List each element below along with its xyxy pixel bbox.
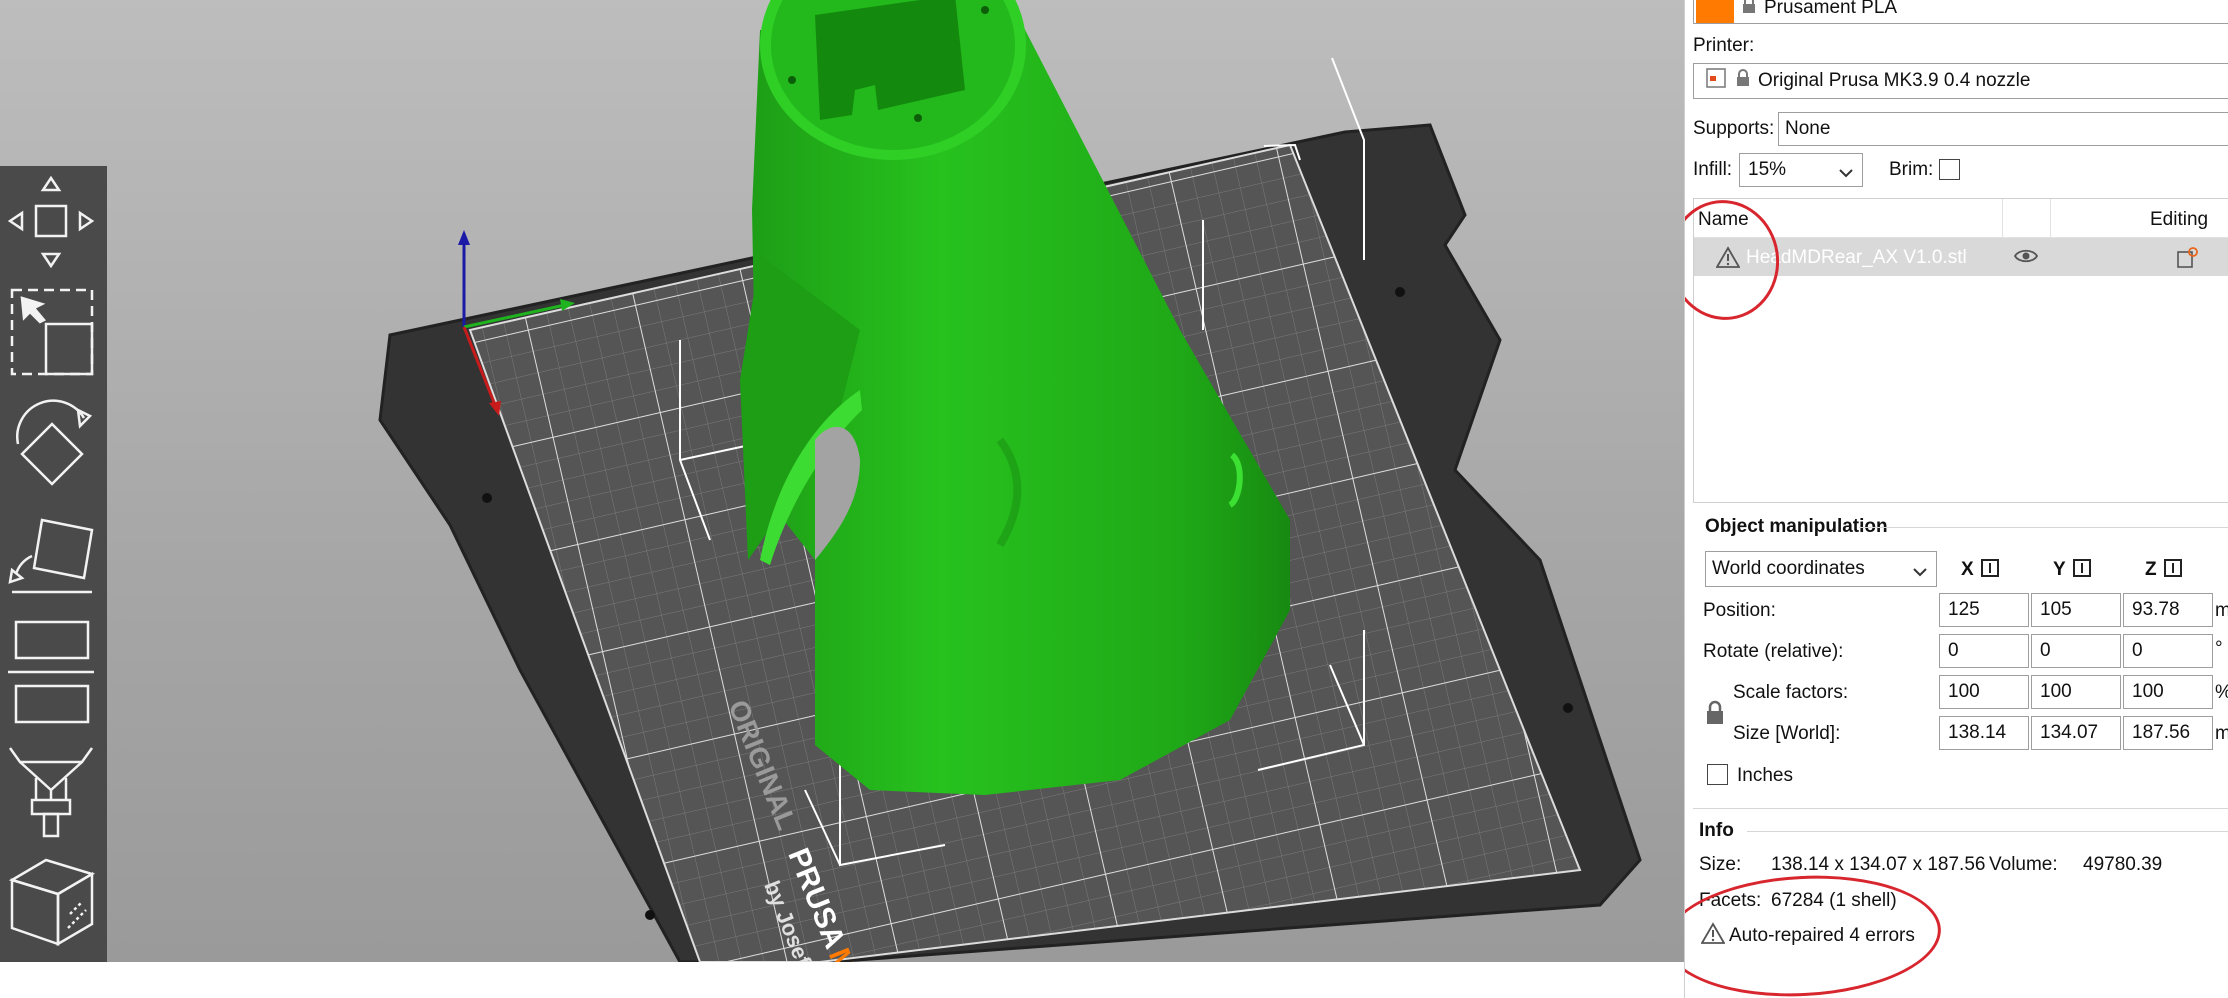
- brim-checkbox[interactable]: [1939, 159, 1960, 180]
- model-headmdrear[interactable]: [740, 0, 1290, 795]
- scale-unit: %: [2215, 682, 2228, 704]
- scale-y-field[interactable]: 100: [2031, 675, 2121, 709]
- rotate-unit: °: [2215, 638, 2223, 659]
- rotate-label: Rotate (relative):: [1703, 641, 1844, 662]
- left-toolbar: [0, 166, 107, 962]
- position-unit: m: [2215, 600, 2228, 622]
- infill-combo[interactable]: 15%: [1739, 153, 1863, 187]
- filament-combo[interactable]: Prusament PLA: [1693, 0, 2228, 24]
- size-x-field[interactable]: 138.14: [1939, 716, 2029, 750]
- info-size-label: Size:: [1699, 854, 1742, 875]
- infill-value: 15%: [1748, 159, 1787, 180]
- scale-label: Scale factors:: [1733, 682, 1849, 703]
- position-z-field[interactable]: 93.78: [2123, 593, 2213, 627]
- printer-icon: [1706, 68, 1726, 94]
- info-size-value: 138.14 x 134.07 x 187.56: [1771, 854, 1986, 875]
- brim-label: Brim:: [1889, 159, 1934, 180]
- axis-y-header: Y: [2053, 558, 2093, 581]
- info-title: Info: [1699, 820, 1734, 841]
- rotate-icon[interactable]: [6, 394, 101, 494]
- cut-icon[interactable]: [6, 614, 101, 734]
- size-z-field[interactable]: 187.56: [2123, 716, 2213, 750]
- size-unit: m: [2215, 723, 2228, 745]
- 3d-viewport[interactable]: ORIGINAL PRUSA MK by Josef P: [0, 0, 1684, 962]
- coordinate-system-combo[interactable]: World coordinates: [1705, 551, 1937, 587]
- supports-label: Supports:: [1693, 118, 1775, 139]
- scale-x-field[interactable]: 100: [1939, 675, 2029, 709]
- measure-cube-icon[interactable]: [6, 854, 101, 954]
- rotate-x-field[interactable]: 0: [1939, 634, 2029, 668]
- filament-name: Prusament PLA: [1764, 0, 1898, 18]
- position-label: Position:: [1703, 600, 1776, 621]
- printer-name: Original Prusa MK3.9 0.4 nozzle: [1758, 70, 2031, 91]
- size-label: Size [World]:: [1733, 723, 1841, 744]
- position-x-field[interactable]: 125: [1939, 593, 2029, 627]
- section-divider: [1859, 527, 2228, 528]
- filament-color-swatch: [1696, 0, 1734, 23]
- lock-icon: [1742, 0, 1756, 20]
- size-y-field[interactable]: 134.07: [2031, 716, 2121, 750]
- scale-z-field[interactable]: 100: [2123, 675, 2213, 709]
- status-strip: [0, 962, 1684, 998]
- inches-label: Inches: [1737, 765, 1793, 786]
- column-editing: Editing: [2150, 209, 2209, 230]
- paint-supports-icon[interactable]: [6, 744, 101, 844]
- position-y-field[interactable]: 105: [2031, 593, 2121, 627]
- lock-icon: [1736, 69, 1750, 93]
- right-sidebar: Prusament PLA Printer: Original Prusa MK…: [1684, 0, 2228, 998]
- axis-x-header: X: [1961, 558, 2001, 581]
- eye-icon[interactable]: [2013, 247, 2039, 271]
- inches-checkbox[interactable]: [1707, 764, 1728, 785]
- chevron-down-icon: [1838, 163, 1854, 185]
- annotation-circle-repair-info: [1685, 868, 1944, 998]
- section-divider: [1693, 808, 2228, 809]
- section-divider: [1747, 831, 2228, 832]
- place-on-face-icon[interactable]: [6, 504, 101, 604]
- info-volume-value: 49780.39: [2083, 854, 2163, 875]
- printer-label: Printer:: [1693, 35, 1755, 56]
- supports-combo[interactable]: None: [1778, 112, 2228, 146]
- printer-combo[interactable]: Original Prusa MK3.9 0.4 nozzle: [1693, 63, 2228, 99]
- rotate-y-field[interactable]: 0: [2031, 634, 2121, 668]
- scale-lock-icon[interactable]: [1705, 700, 1725, 732]
- chevron-down-icon: [1912, 562, 1928, 584]
- info-volume-label: Volume:: [1989, 854, 2058, 875]
- edit-settings-icon[interactable]: [2175, 246, 2199, 276]
- object-list-header: Name Editing: [1694, 199, 2228, 238]
- infill-label: Infill:: [1693, 159, 1733, 180]
- select-rectangle-icon[interactable]: [6, 284, 101, 384]
- rotate-z-field[interactable]: 0: [2123, 634, 2213, 668]
- axis-z-header: Z: [2145, 558, 2184, 581]
- supports-value: None: [1785, 118, 1831, 139]
- move-icon[interactable]: [6, 174, 101, 274]
- coordinate-system-value: World coordinates: [1712, 558, 1865, 579]
